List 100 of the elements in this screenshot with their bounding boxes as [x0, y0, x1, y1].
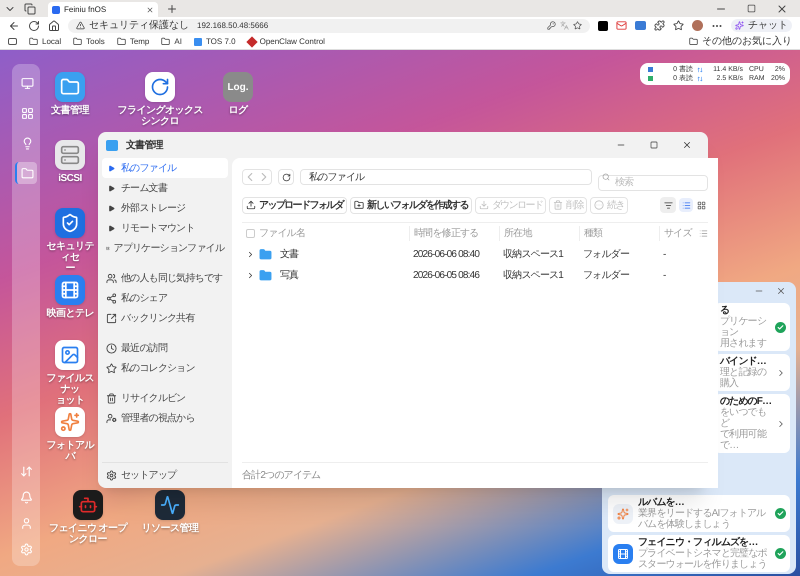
network-icon [697, 66, 703, 72]
bookmark-link[interactable]: TOS 7.0 [194, 36, 236, 48]
tab-actions-icon[interactable] [24, 2, 36, 14]
sync-icon[interactable] [145, 72, 175, 102]
profile-avatar[interactable] [692, 20, 703, 31]
mail-icon[interactable] [616, 20, 627, 31]
path-field[interactable]: 私のファイル [300, 169, 592, 185]
photos-app-icon[interactable] [55, 407, 85, 437]
user-icon [20, 516, 32, 530]
bookmark-bar-icon[interactable] [8, 38, 17, 45]
notification-title: フェイニウ・フィルムズを… [638, 537, 759, 548]
calendar-icon[interactable] [635, 21, 646, 30]
favorites-icon[interactable] [673, 20, 684, 31]
back-icon[interactable] [8, 20, 20, 32]
app-label: 映画とテレ [45, 308, 95, 319]
sidebar-item[interactable]: アプリケーションファイル [102, 238, 228, 258]
folder-icon [29, 37, 38, 46]
app-favicon [194, 38, 202, 46]
address-field[interactable]: セキュリティ保護なし 192.168.50.48:5666 [68, 18, 590, 32]
robot-icon[interactable] [73, 490, 103, 520]
check-icon [775, 548, 786, 559]
file-row[interactable]: 写真 2026-06-05 08:46 収納スペース1 フォルダー - [242, 265, 708, 286]
app-label: フォトアルバ [45, 440, 96, 462]
expand-triangle-icon[interactable] [108, 184, 115, 192]
sidebar-item[interactable]: チーム文書 [102, 178, 228, 198]
monitor-icon [20, 76, 34, 90]
sidebar-item[interactable]: 外部ストレージ [102, 198, 228, 218]
sidebar-item[interactable]: バックリンク共有 [102, 308, 228, 328]
extension-icon[interactable] [598, 20, 608, 30]
bookmark-link[interactable]: Tools [73, 36, 105, 48]
folder-icon[interactable] [55, 72, 85, 102]
folder-icon [689, 37, 698, 46]
search-field[interactable]: 検索 [598, 174, 708, 190]
app-label: ログ [228, 105, 248, 116]
toolbar-button[interactable]: アップロードフォルダ [242, 196, 348, 214]
select-all-checkbox[interactable] [246, 229, 255, 238]
toolbar-button[interactable]: 新しいフォルダを作成する [350, 196, 472, 214]
sidebar-item[interactable]: 最近の訪問 [102, 338, 228, 358]
app-label: iSCSI [57, 173, 83, 184]
notification-text: プライベートシネマと完璧なポスターウォールを作りましょう [638, 548, 768, 570]
bookmark-link[interactable]: OpenClaw Control [248, 36, 325, 48]
folder-icon [116, 37, 126, 46]
bookmark-link[interactable]: AI [161, 36, 182, 48]
location-cell-text: 収納スペース1 [502, 268, 564, 283]
sidebar-item[interactable]: 管理者の視点から [102, 408, 228, 428]
column-settings-icon[interactable] [699, 229, 708, 238]
photos-app-icon [613, 504, 633, 524]
refresh-button[interactable] [278, 169, 294, 185]
dock-item[interactable] [15, 162, 37, 184]
expand-triangle-icon[interactable] [108, 204, 115, 212]
reload-icon[interactable] [28, 20, 40, 32]
expand-triangle-icon[interactable] [108, 164, 115, 172]
close-icon[interactable] [776, 286, 786, 296]
image-icon[interactable] [55, 340, 85, 370]
key-icon[interactable] [547, 21, 556, 30]
other-favorites-link[interactable]: その他のお気に入り [689, 34, 792, 49]
app-favicon [52, 6, 60, 14]
shield-icon[interactable] [55, 208, 85, 238]
film-app-icon[interactable] [55, 275, 85, 305]
app-label: フェイニウ オープ ンクロー [48, 523, 128, 545]
sidebar-item[interactable]: リサイクルビン [102, 388, 228, 408]
close-icon[interactable] [682, 140, 692, 150]
file-row[interactable]: 文書 2026-06-06 08:40 収納スペース1 フォルダー - [242, 244, 708, 265]
maximize-icon[interactable] [650, 141, 658, 149]
browser-tab[interactable]: Feiniu fnOS [48, 2, 158, 17]
sidebar-item[interactable]: 他の人も同じ気持ちです [102, 268, 228, 288]
settings-icon [20, 542, 32, 556]
list-view-button[interactable] [679, 198, 693, 212]
folder-icon [259, 248, 272, 261]
new-tab-icon[interactable] [166, 2, 178, 14]
settings-icon [106, 470, 117, 481]
file-name: 文書 [280, 248, 298, 262]
sort-button[interactable] [660, 197, 676, 213]
sidebar-item[interactable]: 私のファイル [102, 158, 228, 178]
star-icon [106, 362, 117, 374]
expand-chevron-icon[interactable] [246, 271, 255, 280]
chat-button[interactable]: チャット [731, 19, 792, 32]
sidebar-item[interactable]: リモートマウント [102, 218, 228, 238]
home-icon[interactable] [48, 20, 60, 32]
grid-icon [696, 200, 706, 210]
star-icon[interactable] [573, 21, 582, 30]
close-icon[interactable] [776, 2, 788, 14]
check-icon [775, 508, 786, 519]
bookmark-link[interactable]: Local [29, 36, 62, 48]
clock-icon [106, 342, 117, 354]
expand-chevron-icon[interactable] [246, 250, 255, 259]
notification-card[interactable]: フェイニウ・フィルムズを… プライベートシネマと完璧なポスターウォールを作りましょう [608, 535, 790, 572]
puzzle-icon[interactable] [654, 20, 665, 31]
notification-card[interactable]: ルバムを… 業界をリードするAIフォトアルバムを体験しましょう [608, 495, 790, 532]
bookmark-link[interactable]: Temp [116, 36, 150, 48]
sidebar-item[interactable]: 私のコレクション [102, 358, 228, 378]
maximize-icon[interactable] [747, 4, 756, 13]
expand-triangle-icon[interactable] [108, 224, 115, 232]
activity-monitor-icon[interactable] [155, 490, 185, 520]
close-icon[interactable] [146, 6, 154, 14]
setup-item[interactable]: セットアップ [102, 468, 180, 483]
sidebar-item[interactable]: 私のシェア [102, 288, 228, 308]
notification-text: プリケーション [720, 316, 768, 338]
server-icon[interactable] [55, 140, 85, 170]
location-cell-text: 収納スペース1 [502, 248, 564, 262]
